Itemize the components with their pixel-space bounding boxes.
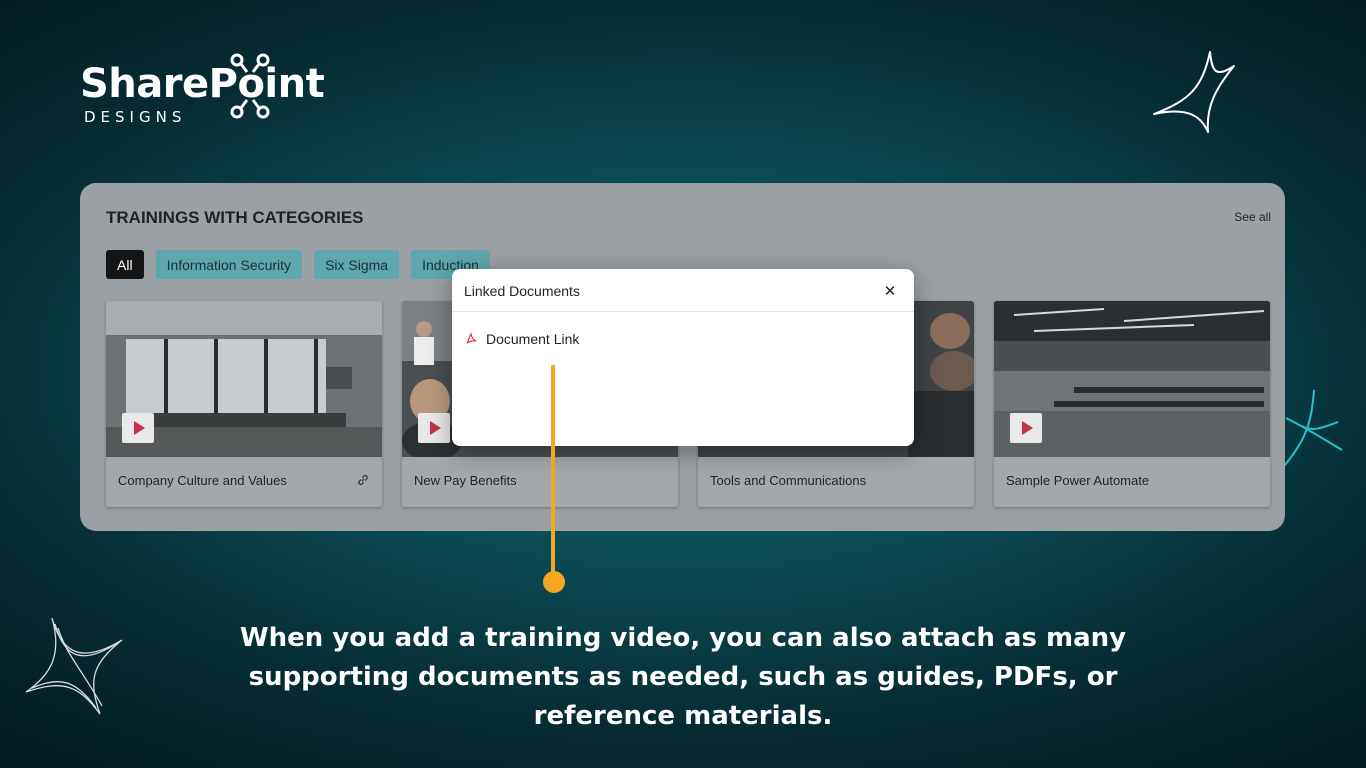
training-card[interactable]: Sample Power Automate	[994, 301, 1270, 507]
brand-name: SharePoint	[80, 61, 325, 107]
category-chip-six-sigma[interactable]: Six Sigma	[314, 250, 400, 279]
play-icon	[134, 421, 145, 435]
document-link[interactable]: Document Link	[464, 331, 579, 347]
linked-documents-dialog: Linked Documents ✕ Document Link	[452, 269, 914, 446]
see-all-link[interactable]: See all	[1234, 210, 1271, 224]
category-chip-information-security[interactable]: Information Security	[155, 250, 303, 279]
category-filters: All Information Security Six Sigma Induc…	[106, 250, 490, 279]
logo-molecule-icon	[230, 53, 270, 119]
callout-line	[551, 365, 555, 577]
play-icon	[430, 421, 441, 435]
dialog-title: Linked Documents	[464, 283, 580, 299]
document-link-label: Document Link	[486, 331, 580, 347]
close-icon: ✕	[883, 282, 897, 300]
training-title: Sample Power Automate	[1006, 473, 1150, 488]
brand-logo: SharePoint DESIGNS	[80, 53, 340, 128]
star-outline-icon	[1153, 51, 1235, 133]
training-title: Company Culture and Values	[118, 473, 287, 488]
star-sparkle-icon	[1283, 389, 1343, 467]
close-button[interactable]: ✕	[880, 281, 900, 301]
play-icon	[1022, 421, 1033, 435]
star-wire-icon	[25, 617, 123, 715]
caption-text: When you add a training video, you can a…	[239, 623, 1127, 731]
training-title: New Pay Benefits	[414, 473, 517, 488]
training-card[interactable]: Company Culture and Values	[106, 301, 382, 507]
link-icon[interactable]	[356, 473, 370, 487]
play-button[interactable]	[418, 413, 450, 443]
category-chip-all[interactable]: All	[106, 250, 144, 279]
callout-dot	[543, 571, 565, 593]
brand-tagline: DESIGNS	[84, 108, 187, 126]
panel-title: TRAININGS WITH CATEGORIES	[106, 208, 364, 227]
play-button[interactable]	[1010, 413, 1042, 443]
dialog-header: Linked Documents ✕	[452, 269, 914, 312]
training-title: Tools and Communications	[710, 473, 867, 488]
pdf-icon	[465, 332, 477, 345]
play-button[interactable]	[122, 413, 154, 443]
